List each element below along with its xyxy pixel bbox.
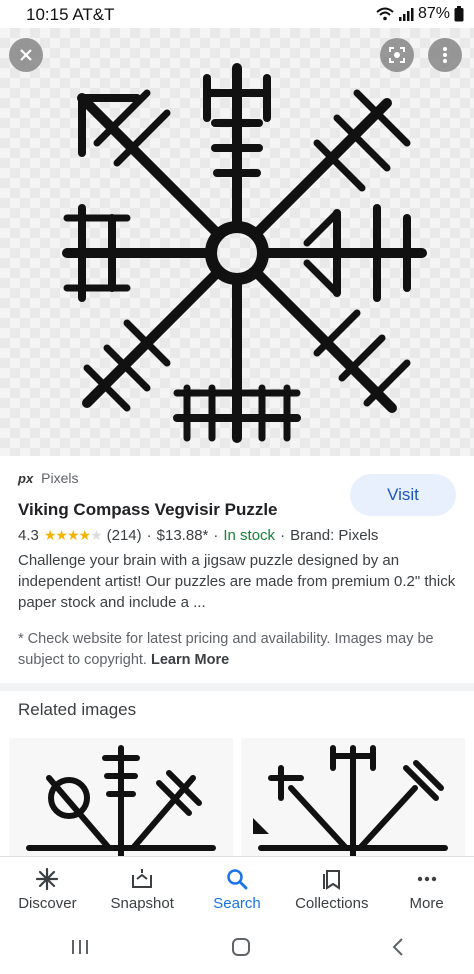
battery-level: 87% [417,5,450,22]
nav-discover[interactable]: Discover [0,857,95,921]
nav-label: More [409,894,444,912]
visit-button[interactable]: Visit [350,474,456,516]
nav-label: Collections [295,894,369,912]
nav-label: Snapshot [110,894,174,912]
status-bar: 10:15 AT&T 87% [0,0,474,28]
signal-icon [398,8,414,21]
close-button[interactable] [9,38,43,72]
home-icon[interactable] [230,936,252,958]
section-divider [0,683,474,691]
nav-more[interactable]: More [379,857,474,921]
recents-icon[interactable] [69,938,91,956]
asterisk-icon [36,867,59,890]
nav-label: Discover [18,894,77,912]
lens-button[interactable] [380,38,414,72]
result-title[interactable]: Viking Compass Vegvisir Puzzle [18,500,278,520]
rating-stars: ★★★★★ [43,527,103,543]
brand: Brand: Pixels [290,527,379,544]
learn-more-link[interactable]: Learn More [151,652,229,668]
rating-value: 4.3 [18,527,39,544]
vegvisir-thumbnail [253,745,448,856]
close-icon [20,49,32,61]
nav-snapshot[interactable]: Snapshot [95,857,190,921]
status-time: 10:15 AT&T [26,5,115,24]
result-meta: 4.3 ★★★★★ (214) · $13.88* · In stock · B… [18,527,379,544]
system-navigation [0,920,474,974]
battery-icon [454,6,464,22]
nav-collections[interactable]: Collections [284,857,379,921]
lens-icon [389,47,405,63]
bottom-navigation: Discover Snapshot Search Collections Mor… [0,856,474,921]
nav-search[interactable]: Search [190,857,285,921]
review-count: (214) [106,527,142,544]
related-image[interactable] [9,738,233,856]
related-heading: Related images [18,700,137,719]
wifi-icon [376,7,394,21]
more-vert-icon [443,47,447,63]
related-image[interactable] [241,738,465,856]
overflow-menu-button[interactable] [428,38,462,72]
collections-icon [322,869,340,890]
copyright-note: * Check website for latest pricing and a… [18,629,458,671]
vegvisir-thumbnail [26,745,216,856]
search-icon [227,868,248,889]
result-description: Challenge your brain with a jigsaw puzzl… [18,552,456,611]
more-dots-icon [417,876,436,881]
snapshot-icon [132,868,153,888]
source-name[interactable]: Pixels [41,470,78,486]
stock-status: In stock [223,527,276,544]
price: $13.88* [156,527,209,544]
nav-label: Search [213,894,261,912]
source-logo: px [18,470,34,486]
back-icon[interactable] [391,937,405,957]
result-image[interactable] [0,28,474,456]
vegvisir-image [62,63,427,443]
